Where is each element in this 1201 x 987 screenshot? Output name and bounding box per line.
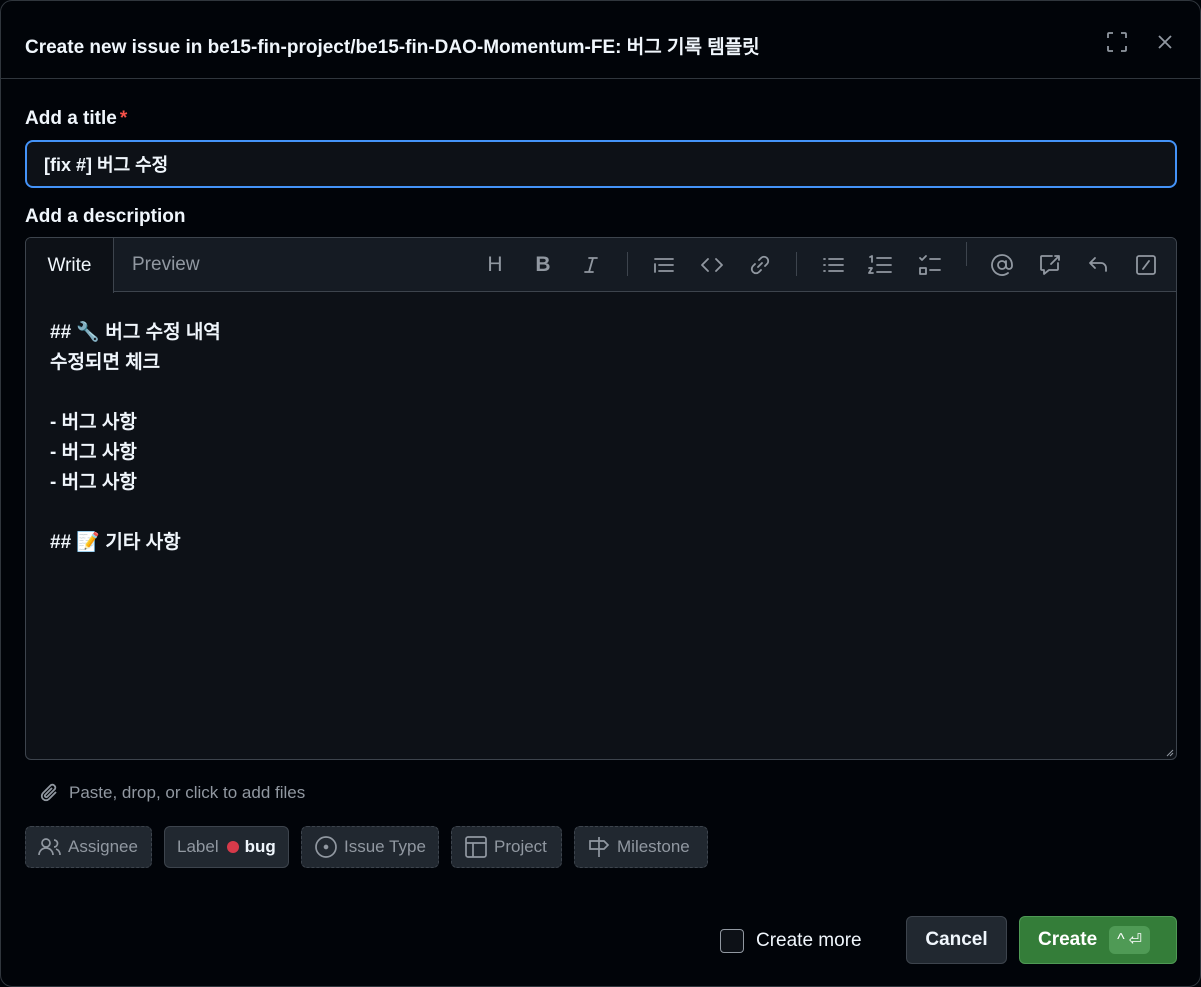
fullscreen-button[interactable]: [1104, 29, 1130, 55]
description-line: [50, 498, 221, 528]
label-label: Label: [177, 837, 219, 856]
issue-type-button[interactable]: Issue Type: [301, 826, 439, 868]
dialog-title: Create new issue in be15-fin-project/be1…: [25, 37, 760, 58]
quote-button[interactable]: [650, 251, 678, 279]
slash-command-icon: [1136, 255, 1156, 275]
close-icon: [1158, 35, 1172, 49]
label-value: bug: [244, 837, 276, 856]
create-button[interactable]: Create ^ ⏎: [1019, 916, 1177, 964]
mention-button[interactable]: [988, 251, 1016, 279]
tab-write[interactable]: Write: [26, 238, 114, 293]
description-label: Add a description: [25, 206, 186, 227]
bulleted-list-button[interactable]: [819, 251, 847, 279]
tab-preview[interactable]: Preview: [132, 238, 200, 292]
enter-icon: ⏎: [1128, 932, 1143, 949]
reference-icon: [1040, 255, 1060, 275]
paperclip-icon: [40, 783, 57, 802]
milestone-label: Milestone: [617, 837, 690, 856]
fullscreen-icon: [1107, 32, 1127, 52]
create-more-checkbox[interactable]: [720, 929, 744, 953]
assignee-label: Assignee: [68, 837, 138, 856]
numbered-list-icon: [868, 255, 892, 274]
quote-icon: [654, 258, 674, 273]
description-editor[interactable]: Write Preview H B ## 🔧 버그 수정 내역 수정되면 체크 …: [25, 237, 1177, 760]
toolbar-divider: [627, 252, 628, 276]
issue-type-label: Issue Type: [344, 837, 426, 856]
close-button[interactable]: [1152, 29, 1178, 55]
title-label: Add a title *: [25, 108, 128, 129]
project-button[interactable]: Project: [451, 826, 562, 868]
heading-icon: H: [487, 253, 503, 276]
link-icon: [750, 255, 770, 275]
task-list-button[interactable]: [916, 251, 944, 279]
description-line: - 버그 사항: [50, 412, 137, 433]
description-line: ## 📝 기타 사항: [50, 532, 181, 553]
attach-files-button[interactable]: Paste, drop, or click to add files: [39, 782, 305, 804]
description-line: [50, 378, 221, 408]
label-button[interactable]: Label bug: [164, 826, 289, 868]
assignee-button[interactable]: Assignee: [25, 826, 152, 868]
italic-icon: [584, 257, 598, 273]
create-issue-dialog: Create new issue in be15-fin-project/be1…: [0, 0, 1201, 987]
cancel-button[interactable]: Cancel: [906, 916, 1007, 964]
description-line: 수정되면 체크: [50, 352, 161, 373]
create-more-toggle[interactable]: Create more: [720, 929, 862, 953]
bulleted-list-icon: [823, 258, 844, 272]
code-button[interactable]: [698, 251, 726, 279]
people-icon: [38, 838, 61, 856]
label-color-dot: [226, 841, 239, 853]
heading-button[interactable]: H: [481, 251, 509, 279]
mention-icon: [991, 254, 1013, 276]
title-input-value: [fix #] 버그 수정: [44, 155, 169, 175]
reply-button[interactable]: [1084, 251, 1112, 279]
bold-button[interactable]: B: [529, 251, 557, 279]
toolbar-divider: [796, 252, 797, 276]
milestone-icon: [589, 837, 610, 857]
ctrl-caret: ^: [1117, 931, 1125, 948]
numbered-list-button[interactable]: [866, 251, 894, 279]
title-input[interactable]: [fix #] 버그 수정: [25, 140, 1177, 188]
create-more-label: Create more: [756, 930, 862, 951]
link-button[interactable]: [746, 251, 774, 279]
description-line: ## 🔧 버그 수정 내역: [50, 322, 221, 343]
keyboard-shortcut-hint: ^ ⏎: [1109, 926, 1151, 954]
table-icon: [465, 836, 487, 858]
toolbar-divider: [966, 242, 967, 266]
bold-icon: B: [535, 253, 551, 276]
editor-toolbar: Write Preview H B: [26, 238, 1176, 293]
slash-command-button[interactable]: [1132, 251, 1160, 279]
issue-opened-icon: [315, 836, 337, 858]
create-label: Create: [1038, 929, 1098, 950]
reply-icon: [1089, 257, 1107, 272]
required-mark: *: [119, 108, 128, 129]
code-icon: [701, 258, 723, 272]
reference-button[interactable]: [1036, 251, 1064, 279]
dialog-header: Create new issue in be15-fin-project/be1…: [1, 1, 1200, 79]
attach-files-text: Paste, drop, or click to add files: [69, 783, 306, 802]
description-line: - 버그 사항: [50, 442, 137, 463]
project-label: Project: [494, 837, 547, 856]
description-line: - 버그 사항: [50, 472, 137, 493]
task-list-icon: [919, 255, 941, 275]
resize-handle-icon[interactable]: [1164, 747, 1174, 757]
milestone-button[interactable]: Milestone: [574, 826, 708, 868]
italic-button[interactable]: [577, 251, 605, 279]
description-text[interactable]: ## 🔧 버그 수정 내역 수정되면 체크 - 버그 사항 - 버그 사항 - …: [50, 318, 221, 558]
